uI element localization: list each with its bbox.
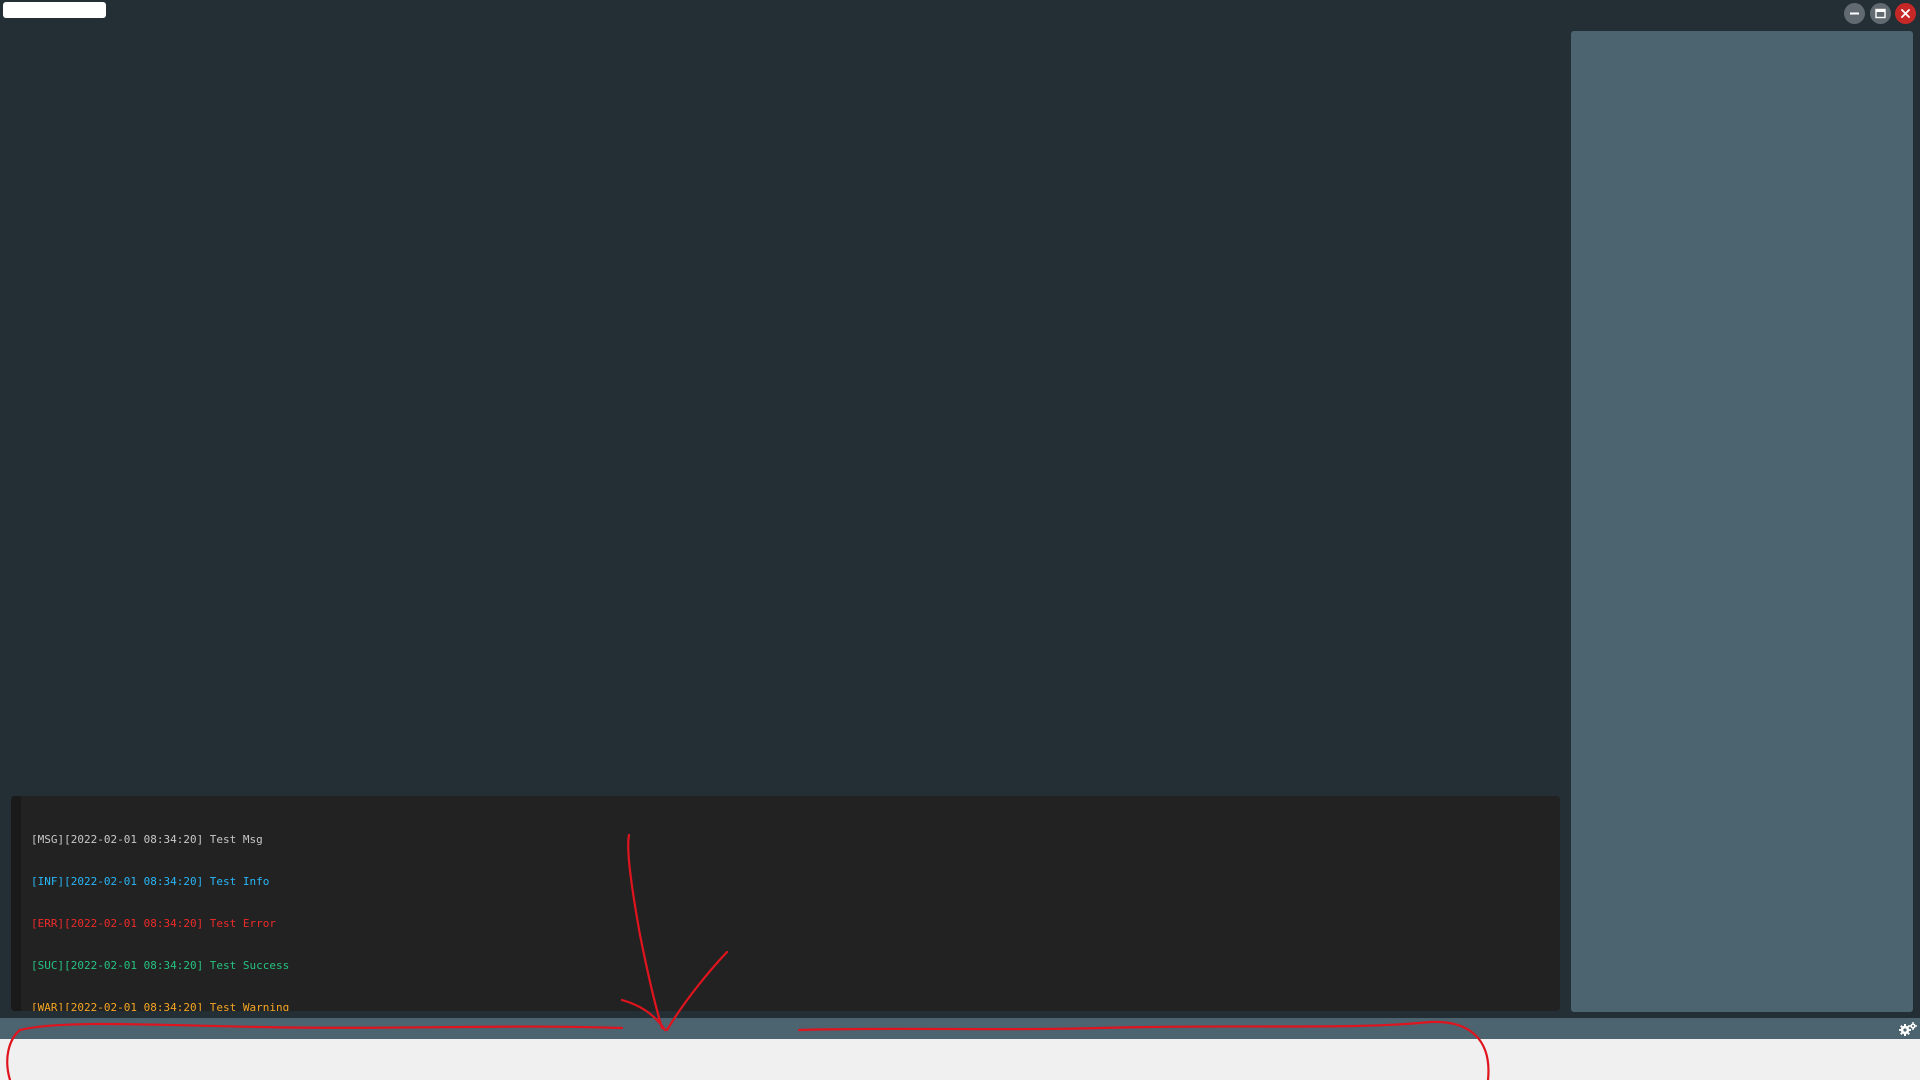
status-bar xyxy=(0,1018,1920,1039)
app-window: [MSG][2022-02-01 08:34:20] Test Msg [INF… xyxy=(0,0,1920,1018)
console-gutter xyxy=(11,796,21,1011)
maximize-button[interactable] xyxy=(1870,3,1891,24)
log-line-msg: [MSG][2022-02-01 08:34:20] Test Msg xyxy=(31,833,263,846)
close-button[interactable] xyxy=(1895,3,1916,24)
side-panel xyxy=(1571,31,1913,1012)
log-line-error: [ERR][2022-02-01 08:34:20] Test Error xyxy=(31,917,277,930)
minimize-button[interactable] xyxy=(1844,3,1865,24)
title-bar[interactable] xyxy=(0,0,1920,28)
log-line-info: [INF][2022-02-01 08:34:20] Test Info xyxy=(31,875,270,888)
empty-bottom-area xyxy=(0,1039,1920,1080)
redacted-window-title xyxy=(3,2,106,18)
gears-icon xyxy=(1899,1022,1917,1036)
maximize-icon xyxy=(1875,8,1886,19)
log-line-success: [SUC][2022-02-01 08:34:20] Test Success xyxy=(31,959,290,972)
settings-button[interactable] xyxy=(1898,1021,1918,1037)
close-icon xyxy=(1901,9,1910,18)
minimize-icon xyxy=(1850,12,1859,15)
console-output: [MSG][2022-02-01 08:34:20] Test Msg [INF… xyxy=(31,805,289,1011)
console-panel[interactable]: [MSG][2022-02-01 08:34:20] Test Msg [INF… xyxy=(11,796,1560,1011)
log-line-warning: [WAR][2022-02-01 08:34:20] Test Warning xyxy=(31,1001,290,1011)
